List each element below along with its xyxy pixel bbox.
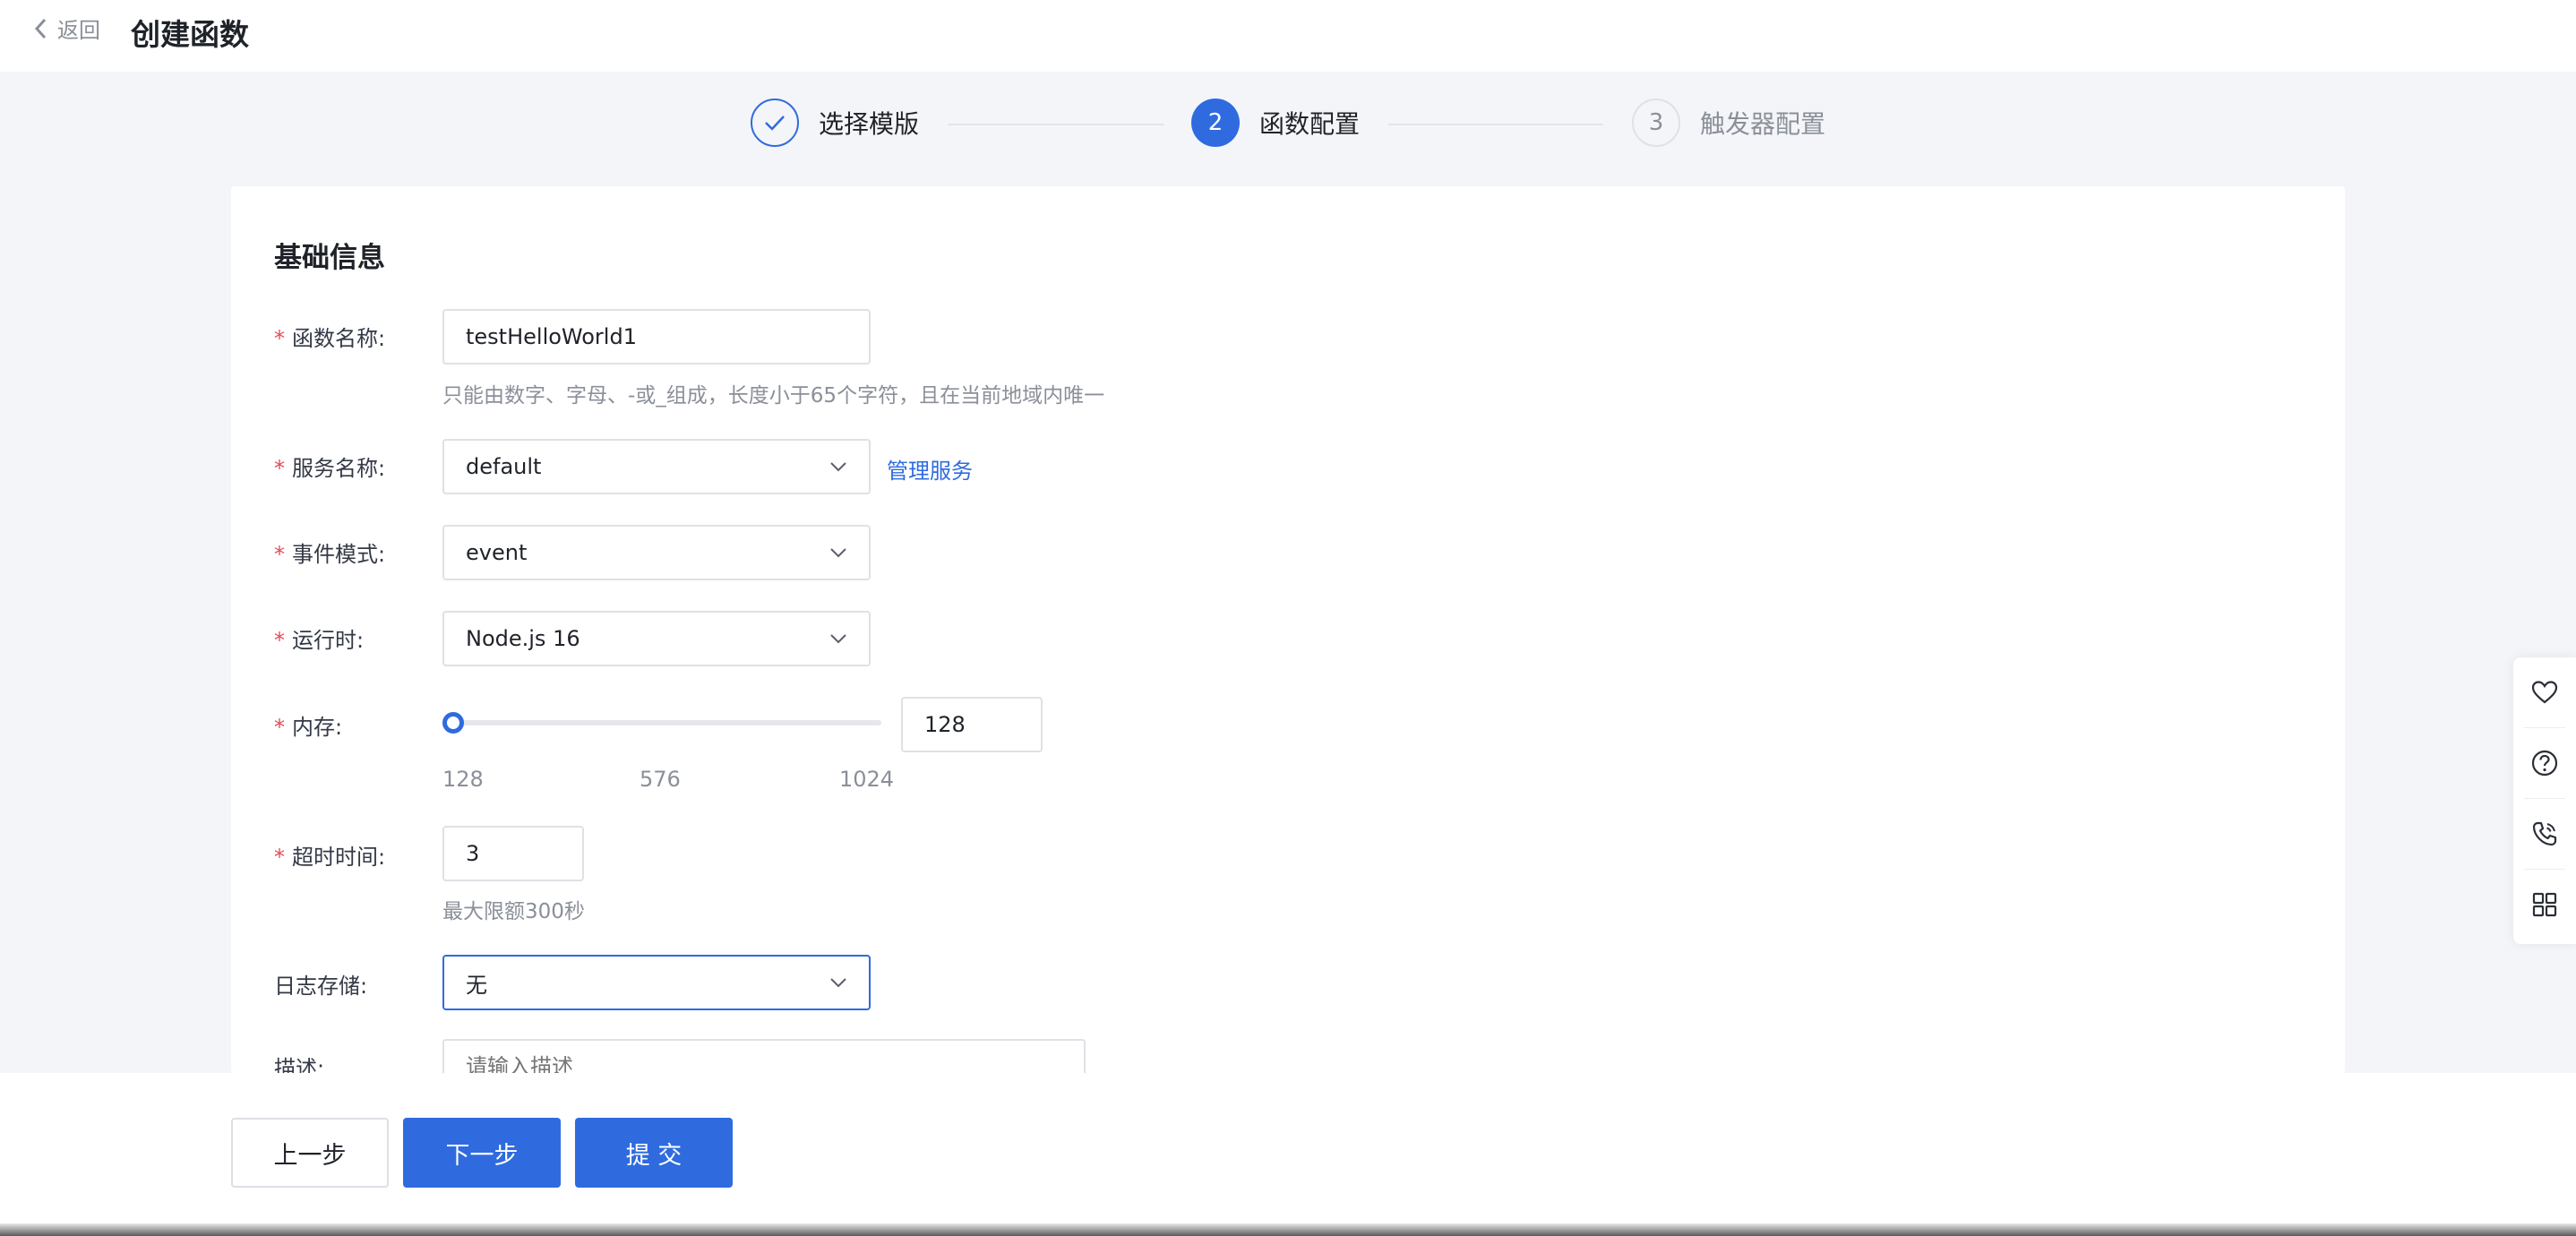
step-label-3: 触发器配置 (1700, 109, 1826, 139)
manage-service-link[interactable]: 管理服务 (887, 453, 973, 485)
step-select-template[interactable]: 选择模版 (751, 99, 919, 147)
timeout-hint: 最大限额300秒 (442, 900, 585, 923)
apps-button[interactable] (2513, 870, 2576, 940)
side-toolbar (2513, 657, 2576, 944)
function-name-hint: 只能由数字、字母、-或_组成，长度小于65个字符，且在当前地域内唯一 (442, 384, 1105, 408)
required-mark: * (274, 542, 285, 567)
chevron-down-icon (830, 548, 846, 558)
event-mode-select-value: event (466, 540, 528, 565)
memory-slider-track[interactable] (442, 720, 881, 725)
favorite-button[interactable] (2513, 657, 2576, 727)
service-select[interactable]: default (442, 439, 871, 494)
runtime-select[interactable]: Node.js 16 (442, 611, 871, 666)
phone-icon (2532, 821, 2557, 846)
check-icon (765, 116, 785, 131)
service-select-value: default (466, 454, 542, 479)
section-title: 基础信息 (274, 242, 385, 274)
contact-button[interactable] (2513, 799, 2576, 869)
step-label-2: 函数配置 (1259, 109, 1361, 139)
required-mark: * (274, 628, 285, 653)
page-title: 创建函数 (131, 17, 249, 52)
log-storage-label: 日志存储: (274, 974, 368, 999)
required-mark: * (274, 845, 285, 870)
memory-input[interactable]: 128 (901, 697, 1043, 752)
prev-step-button[interactable]: 上一步 (231, 1118, 389, 1188)
chevron-down-icon (830, 462, 846, 472)
function-name-label: * 函数名称: (274, 326, 386, 351)
apps-icon (2532, 892, 2557, 917)
next-step-button[interactable]: 下一步 (403, 1118, 561, 1188)
memory-tick-mid: 576 (640, 767, 681, 792)
step-number-circle: 2 (1191, 99, 1240, 147)
runtime-label: * 运行时: (274, 628, 365, 653)
window-bottom-edge (0, 1223, 2576, 1236)
help-button[interactable] (2513, 728, 2576, 798)
timeout-input[interactable]: 3 (442, 826, 584, 881)
function-name-input[interactable]: testHelloWorld1 (442, 309, 871, 365)
log-storage-select[interactable]: 无 (442, 955, 871, 1010)
step-connector-1 (948, 124, 1164, 125)
back-link[interactable]: 返回 (32, 13, 100, 44)
event-mode-select[interactable]: event (442, 525, 871, 580)
timeout-label: * 超时时间: (274, 845, 386, 870)
step-function-config[interactable]: 2 函数配置 (1191, 99, 1360, 147)
event-mode-label: * 事件模式: (274, 542, 386, 567)
stepper: 选择模版 2 函数配置 3 触发器配置 (0, 99, 2576, 152)
memory-label: * 内存: (274, 715, 343, 740)
submit-button[interactable]: 提 交 (575, 1118, 733, 1188)
required-mark: * (274, 715, 285, 740)
step-number-circle: 3 (1632, 99, 1680, 147)
help-icon (2531, 750, 2558, 777)
step-done-circle (751, 99, 799, 147)
log-storage-select-value: 无 (466, 972, 487, 998)
memory-tick-max: 1024 (839, 767, 895, 792)
chevron-down-icon (830, 634, 846, 644)
heart-icon (2531, 681, 2558, 704)
memory-slider-handle[interactable] (442, 712, 464, 734)
step-trigger-config[interactable]: 3 触发器配置 (1632, 99, 1825, 147)
step-label-1: 选择模版 (819, 109, 920, 139)
back-label: 返回 (57, 18, 100, 43)
required-mark: * (274, 456, 285, 481)
service-label: * 服务名称: (274, 456, 386, 481)
runtime-select-value: Node.js 16 (466, 626, 580, 651)
step-connector-2 (1388, 124, 1603, 125)
chevron-left-icon (34, 18, 47, 39)
required-mark: * (274, 326, 285, 351)
memory-tick-min: 128 (442, 767, 484, 792)
page-header: 返回 创建函数 (0, 0, 2576, 72)
chevron-down-icon (830, 978, 846, 988)
